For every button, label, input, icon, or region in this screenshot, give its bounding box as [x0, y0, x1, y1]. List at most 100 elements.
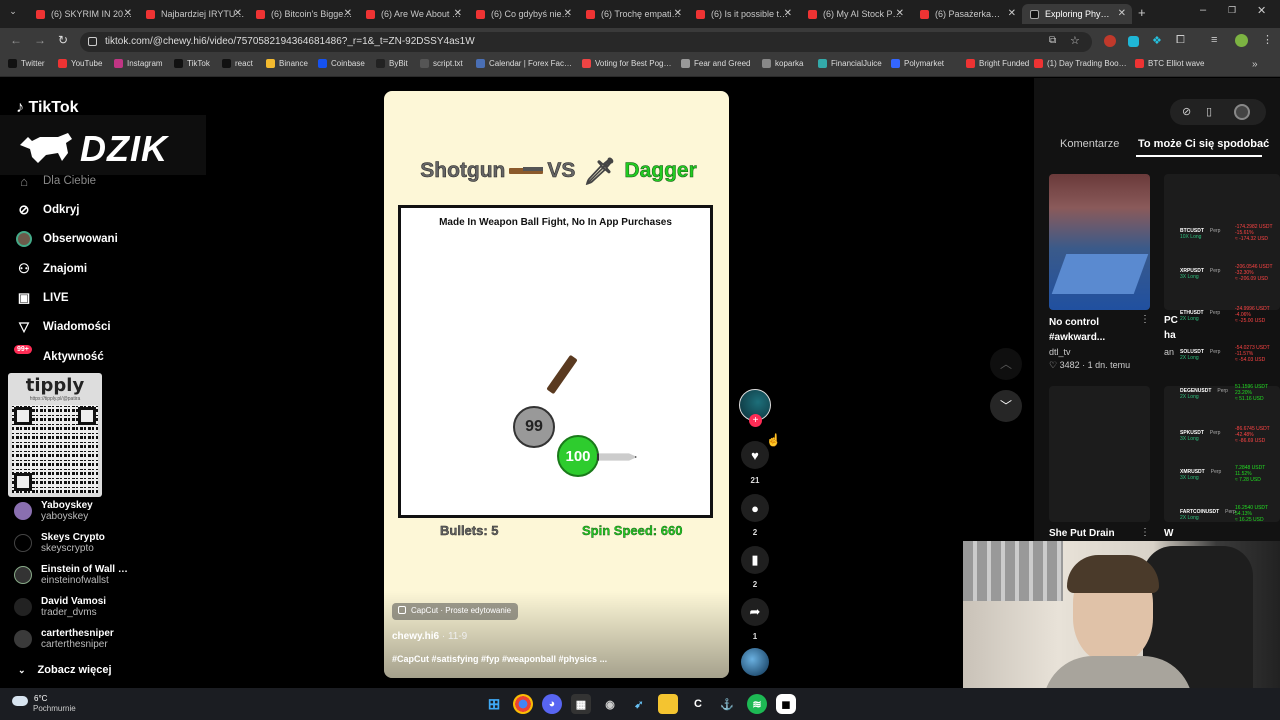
more-options-icon[interactable]: ⋮ — [1140, 527, 1150, 538]
more-options-icon[interactable]: ⋮ — [1140, 314, 1150, 325]
close-tab-icon[interactable]: ✕ — [674, 8, 682, 19]
chrome-icon[interactable] — [513, 694, 533, 714]
pip-icon[interactable]: ⊘ — [1182, 105, 1191, 118]
browser-tab[interactable]: (6) Trochę empati… ✕ — [578, 4, 688, 24]
bookmark-item[interactable]: TikTok — [174, 59, 210, 68]
bookmark-item[interactable]: FinancialJuice — [818, 59, 882, 68]
browser-tab[interactable]: (6) Are We About … ✕ — [358, 4, 468, 24]
extension-icon[interactable]: ❖ — [1152, 34, 1162, 47]
video-thumbnail[interactable] — [1164, 386, 1280, 522]
browser-tab[interactable]: (6) Is it possible t… ✕ — [688, 4, 798, 24]
bookmark-item[interactable]: Binance — [266, 59, 308, 68]
close-tab-icon[interactable]: ✕ — [564, 8, 572, 19]
close-tab-icon[interactable]: ✕ — [1008, 8, 1016, 19]
more-bookmarks-icon[interactable]: » — [1252, 59, 1258, 70]
video-author[interactable]: chewy.hi6 · 11-9 — [392, 631, 467, 642]
close-tab-icon[interactable]: ✕ — [1118, 8, 1126, 19]
see-more-button[interactable]: ⌄ Zobacz więcej — [18, 664, 112, 676]
video-player[interactable]: Shotgun VS 🗡 Dagger Made In Weapon Ball … — [384, 91, 729, 678]
tab-active[interactable]: Exploring Phy… ✕ — [1022, 4, 1132, 24]
sound-disc-icon[interactable] — [741, 648, 769, 676]
nav-friends[interactable]: ⚇ Znajomi — [16, 261, 87, 277]
chrome-menu-icon[interactable]: ⋮ — [1262, 33, 1273, 46]
close-window-icon[interactable]: ✕ — [1257, 4, 1266, 17]
bookmark-star-icon[interactable]: ☆ — [1070, 34, 1080, 47]
bookmark-item[interactable]: koparka — [762, 59, 803, 68]
forward-icon[interactable]: → — [34, 33, 46, 47]
install-app-icon[interactable]: ⧉ — [1049, 35, 1056, 46]
extension-icon[interactable] — [1104, 35, 1116, 47]
comment-button[interactable]: ● — [741, 494, 769, 522]
address-bar[interactable]: tiktok.com/@chewy.hi6/video/757058219436… — [80, 32, 1092, 52]
bookmark-item[interactable]: Bright Funded — [966, 59, 1029, 68]
save-button[interactable]: ▮ — [741, 546, 769, 574]
maximize-icon[interactable]: ❐ — [1228, 5, 1236, 16]
bookmark-item[interactable]: react — [222, 59, 253, 68]
bookmark-item[interactable]: YouTube — [58, 59, 102, 68]
video-thumbnail[interactable] — [1049, 386, 1150, 522]
following-account[interactable]: Yaboyskey yaboyskey — [14, 500, 93, 523]
bookmark-item[interactable]: Coinbase — [318, 59, 365, 68]
share-button[interactable]: ➦ — [741, 598, 769, 626]
capcut-tag[interactable]: CapCut · Proste edytowanie — [392, 603, 519, 620]
close-tab-icon[interactable]: ✕ — [896, 8, 904, 19]
card-author[interactable]: dtl_tv — [1049, 347, 1071, 357]
site-info-icon[interactable] — [88, 37, 97, 46]
bookmark-item[interactable]: Twitter — [8, 59, 45, 68]
tab-comments[interactable]: Komentarze — [1060, 138, 1119, 150]
minimize-icon[interactable]: – — [1200, 4, 1206, 16]
like-button[interactable]: ♥ — [741, 441, 769, 469]
browser-tab[interactable]: (6) Bitcoin's Bigge… ✕ — [248, 4, 358, 24]
browser-tab[interactable]: (6) Pasażerka… ✕ — [912, 4, 1022, 24]
app-icon[interactable]: ◼ — [776, 694, 796, 714]
bookmark-item[interactable]: BTC Elliot wave — [1135, 59, 1204, 68]
user-avatar[interactable] — [1234, 104, 1250, 120]
video-thumbnail[interactable] — [1049, 174, 1150, 310]
card-title[interactable]: No control #awkward... — [1049, 315, 1137, 345]
video-thumbnail[interactable] — [1164, 174, 1280, 310]
next-video-button[interactable]: ﹀ — [990, 390, 1022, 422]
follow-plus-icon[interactable]: + — [749, 414, 762, 427]
start-icon[interactable]: ⊞ — [484, 694, 504, 714]
nav-explore[interactable]: ⊘ Odkryj — [16, 202, 80, 218]
media-icon[interactable]: ≡ — [1211, 34, 1217, 46]
tab-search-button[interactable]: ⌄ — [6, 6, 20, 20]
close-tab-icon[interactable]: ✕ — [784, 8, 792, 19]
new-tab-icon[interactable]: + — [1138, 5, 1146, 20]
following-account[interactable]: Einstein of Wall … einsteinofwallst — [14, 564, 128, 587]
bookmark-item[interactable]: script.txt — [420, 59, 463, 68]
bookmark-item[interactable]: (1) Day Trading Boo… — [1034, 59, 1127, 68]
bookmark-item[interactable]: Fear and Greed — [681, 59, 750, 68]
prev-video-button[interactable]: ︿ — [990, 348, 1022, 380]
tab-recommended[interactable]: To może Ci się spodobać — [1138, 138, 1269, 150]
steam-icon[interactable]: ➹ — [629, 694, 649, 714]
device-icon[interactable]: ▯ — [1206, 105, 1212, 118]
close-tab-icon[interactable]: ✕ — [454, 8, 462, 19]
nav-live[interactable]: ▣ LIVE — [16, 290, 69, 306]
weather-icon[interactable] — [12, 696, 28, 706]
close-tab-icon[interactable]: ✕ — [234, 8, 242, 19]
obs-icon[interactable]: ◉ — [600, 694, 620, 714]
close-tab-icon[interactable]: ✕ — [344, 8, 352, 19]
snip-icon[interactable]: ▦ — [571, 694, 591, 714]
bookmark-item[interactable]: Polymarket — [891, 59, 944, 68]
browser-tab[interactable]: (6) Co gdybyś nie… ✕ — [468, 4, 578, 24]
close-tab-icon[interactable]: ✕ — [124, 8, 132, 19]
browser-tab[interactable]: (6) SKYRIM IN 20… ✕ — [28, 4, 138, 24]
following-account[interactable]: carterthesniper carterthesniper — [14, 628, 114, 651]
video-description[interactable]: #CapCut #satisfying #fyp #weaponball #ph… — [392, 654, 607, 664]
bookmark-item[interactable]: Instagram — [114, 59, 163, 68]
spotify-icon[interactable]: ≋ — [747, 694, 767, 714]
app-icon[interactable]: C — [688, 694, 708, 714]
nav-for-you[interactable]: ⌂ Dla Ciebie — [16, 173, 96, 189]
bookmark-item[interactable]: Calendar | Forex Fac… — [476, 59, 572, 68]
nav-messages[interactable]: ▽ Wiadomości — [16, 319, 111, 335]
discord-icon[interactable]: ◕ — [542, 694, 562, 714]
bookmark-item[interactable]: ByBit — [376, 59, 408, 68]
following-account[interactable]: Skeys Crypto skeyscrypto — [14, 532, 105, 555]
browser-tab[interactable]: Najbardziej IRYTU… ✕ — [138, 4, 248, 24]
nav-activity[interactable]: 99+ Aktywność — [14, 345, 104, 365]
following-account[interactable]: David Vamosi trader_dvms — [14, 596, 106, 619]
card-title[interactable]: She Put Drain — [1049, 528, 1115, 539]
bookmark-item[interactable]: Voting for Best Pog… — [582, 59, 672, 68]
